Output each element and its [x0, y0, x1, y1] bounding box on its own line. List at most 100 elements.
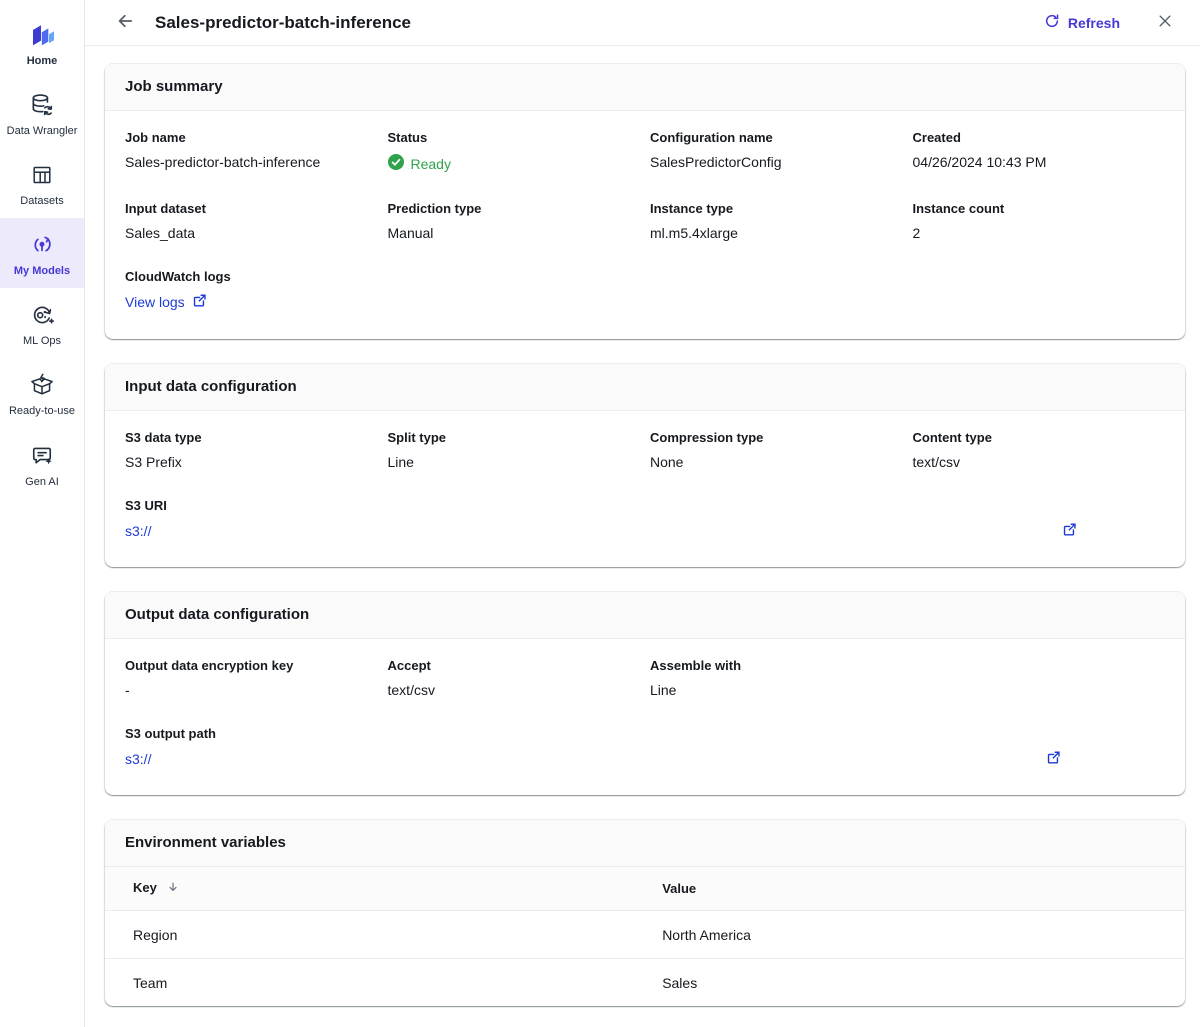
close-button[interactable]	[1154, 10, 1176, 35]
card-body: Job name Sales-predictor-batch-inference…	[105, 111, 1185, 339]
status-badge: Ready	[388, 154, 641, 173]
field-label: S3 data type	[125, 430, 378, 445]
field-instance-count: Instance count 2	[913, 201, 1166, 241]
field-value: 2	[913, 225, 1166, 241]
env-vars-card: Environment variables Key	[105, 819, 1185, 1006]
topbar: Sales-predictor-batch-inference Refresh	[85, 0, 1200, 46]
field-label: Status	[388, 130, 641, 145]
field-label: Instance count	[913, 201, 1166, 216]
env-key-cell: Team	[105, 959, 634, 1007]
sort-desc-icon	[166, 882, 180, 897]
sidebar-item-my-models[interactable]: My Models	[0, 218, 84, 288]
env-vars-table: Key Value	[105, 867, 1185, 1006]
field-value: Sales_data	[125, 225, 378, 241]
card-body: S3 data type S3 Prefix Split type Line C…	[105, 411, 1185, 567]
open-s3-output-button[interactable]	[1046, 750, 1061, 768]
field-configuration-name: Configuration name SalesPredictorConfig	[650, 130, 903, 173]
ml-ops-icon	[29, 300, 55, 330]
sidebar-item-data-wrangler[interactable]: Data Wrangler	[0, 78, 84, 148]
card-header: Job summary	[105, 64, 1185, 111]
open-s3-uri-button[interactable]	[1062, 522, 1077, 540]
sidebar-item-label: Gen AI	[25, 476, 59, 488]
table-row: Team Sales	[105, 959, 1185, 1007]
page-title: Sales-predictor-batch-inference	[155, 13, 411, 33]
field-label: Compression type	[650, 430, 903, 445]
field-empty	[913, 658, 1166, 698]
field-job-name: Job name Sales-predictor-batch-inference	[125, 130, 378, 173]
field-s3-data-type: S3 data type S3 Prefix	[125, 430, 378, 470]
arrow-left-icon	[115, 11, 135, 34]
external-link-icon	[192, 293, 207, 311]
s3-uri-link[interactable]: s3://	[125, 523, 151, 539]
field-value: Manual	[388, 225, 641, 241]
field-value: Line	[650, 682, 903, 698]
field-value: None	[650, 454, 903, 470]
card-body: Output data encryption key - Accept text…	[105, 639, 1185, 795]
field-label: CloudWatch logs	[125, 269, 378, 284]
datasets-icon	[30, 160, 54, 190]
close-icon	[1156, 12, 1174, 33]
refresh-label: Refresh	[1068, 15, 1120, 31]
back-button[interactable]	[111, 7, 139, 38]
table-row: Region North America	[105, 911, 1185, 959]
ready-to-use-icon	[29, 370, 55, 400]
field-output-encryption-key: Output data encryption key -	[125, 658, 378, 698]
field-label: Accept	[388, 658, 641, 673]
external-link-icon	[1046, 750, 1061, 768]
column-label: Value	[662, 881, 696, 896]
field-value: -	[125, 682, 378, 698]
env-value-cell: North America	[634, 911, 1185, 959]
output-config-card: Output data configuration Output data en…	[105, 591, 1185, 795]
gen-ai-icon	[29, 441, 55, 471]
field-label: Assemble with	[650, 658, 903, 673]
sidebar-item-ready-to-use[interactable]: Ready-to-use	[0, 358, 84, 428]
sidebar-item-label: Home	[27, 55, 58, 67]
field-value: text/csv	[388, 682, 641, 698]
refresh-icon	[1044, 13, 1060, 32]
field-label: Instance type	[650, 201, 903, 216]
s3-output-path-link[interactable]: s3://	[125, 751, 151, 767]
refresh-button[interactable]: Refresh	[1044, 13, 1120, 32]
status-ready-check-icon	[388, 154, 404, 173]
field-accept: Accept text/csv	[388, 658, 641, 698]
card-header: Environment variables	[105, 820, 1185, 867]
card-title: Output data configuration	[125, 606, 309, 623]
card-header: Input data configuration	[105, 364, 1185, 411]
field-value: text/csv	[913, 454, 1166, 470]
field-content-type: Content type text/csv	[913, 430, 1166, 470]
field-compression-type: Compression type None	[650, 430, 903, 470]
canvas-logo-icon	[28, 20, 56, 50]
sidebar-item-gen-ai[interactable]: Gen AI	[0, 429, 84, 499]
sidebar-item-ml-ops[interactable]: ML Ops	[0, 288, 84, 358]
card-title: Input data configuration	[125, 378, 297, 395]
field-split-type: Split type Line	[388, 430, 641, 470]
status-text: Ready	[411, 156, 451, 172]
field-prediction-type: Prediction type Manual	[388, 201, 641, 241]
app-window: Home Data Wrangler	[0, 0, 1200, 1027]
content-area: Job summary Job name Sales-predictor-bat…	[85, 46, 1200, 1027]
field-value: Sales-predictor-batch-inference	[125, 154, 378, 170]
field-instance-type: Instance type ml.m5.4xlarge	[650, 201, 903, 241]
view-logs-label: View logs	[125, 294, 185, 310]
column-header-value[interactable]: Value	[634, 867, 1185, 911]
sidebar-item-label: My Models	[14, 265, 70, 277]
field-cloudwatch-logs: CloudWatch logs View logs	[125, 269, 378, 312]
column-label: Key	[133, 880, 157, 895]
view-logs-link[interactable]: View logs	[125, 293, 207, 311]
external-link-icon	[1062, 522, 1077, 540]
field-label: Content type	[913, 430, 1166, 445]
field-value: SalesPredictorConfig	[650, 154, 903, 170]
field-label: Input dataset	[125, 201, 378, 216]
field-value: S3 Prefix	[125, 454, 378, 470]
env-value-cell: Sales	[634, 959, 1185, 1007]
field-label: S3 output path	[125, 726, 1165, 741]
column-header-key[interactable]: Key	[105, 867, 634, 911]
topbar-actions: Refresh	[1044, 10, 1176, 35]
card-title: Job summary	[125, 78, 223, 95]
field-status: Status Ready	[388, 130, 641, 173]
field-created: Created 04/26/2024 10:43 PM	[913, 130, 1166, 173]
sidebar-item-datasets[interactable]: Datasets	[0, 148, 84, 218]
field-label: Configuration name	[650, 130, 903, 145]
sidebar-item-home[interactable]: Home	[0, 8, 84, 78]
field-value: ml.m5.4xlarge	[650, 225, 903, 241]
